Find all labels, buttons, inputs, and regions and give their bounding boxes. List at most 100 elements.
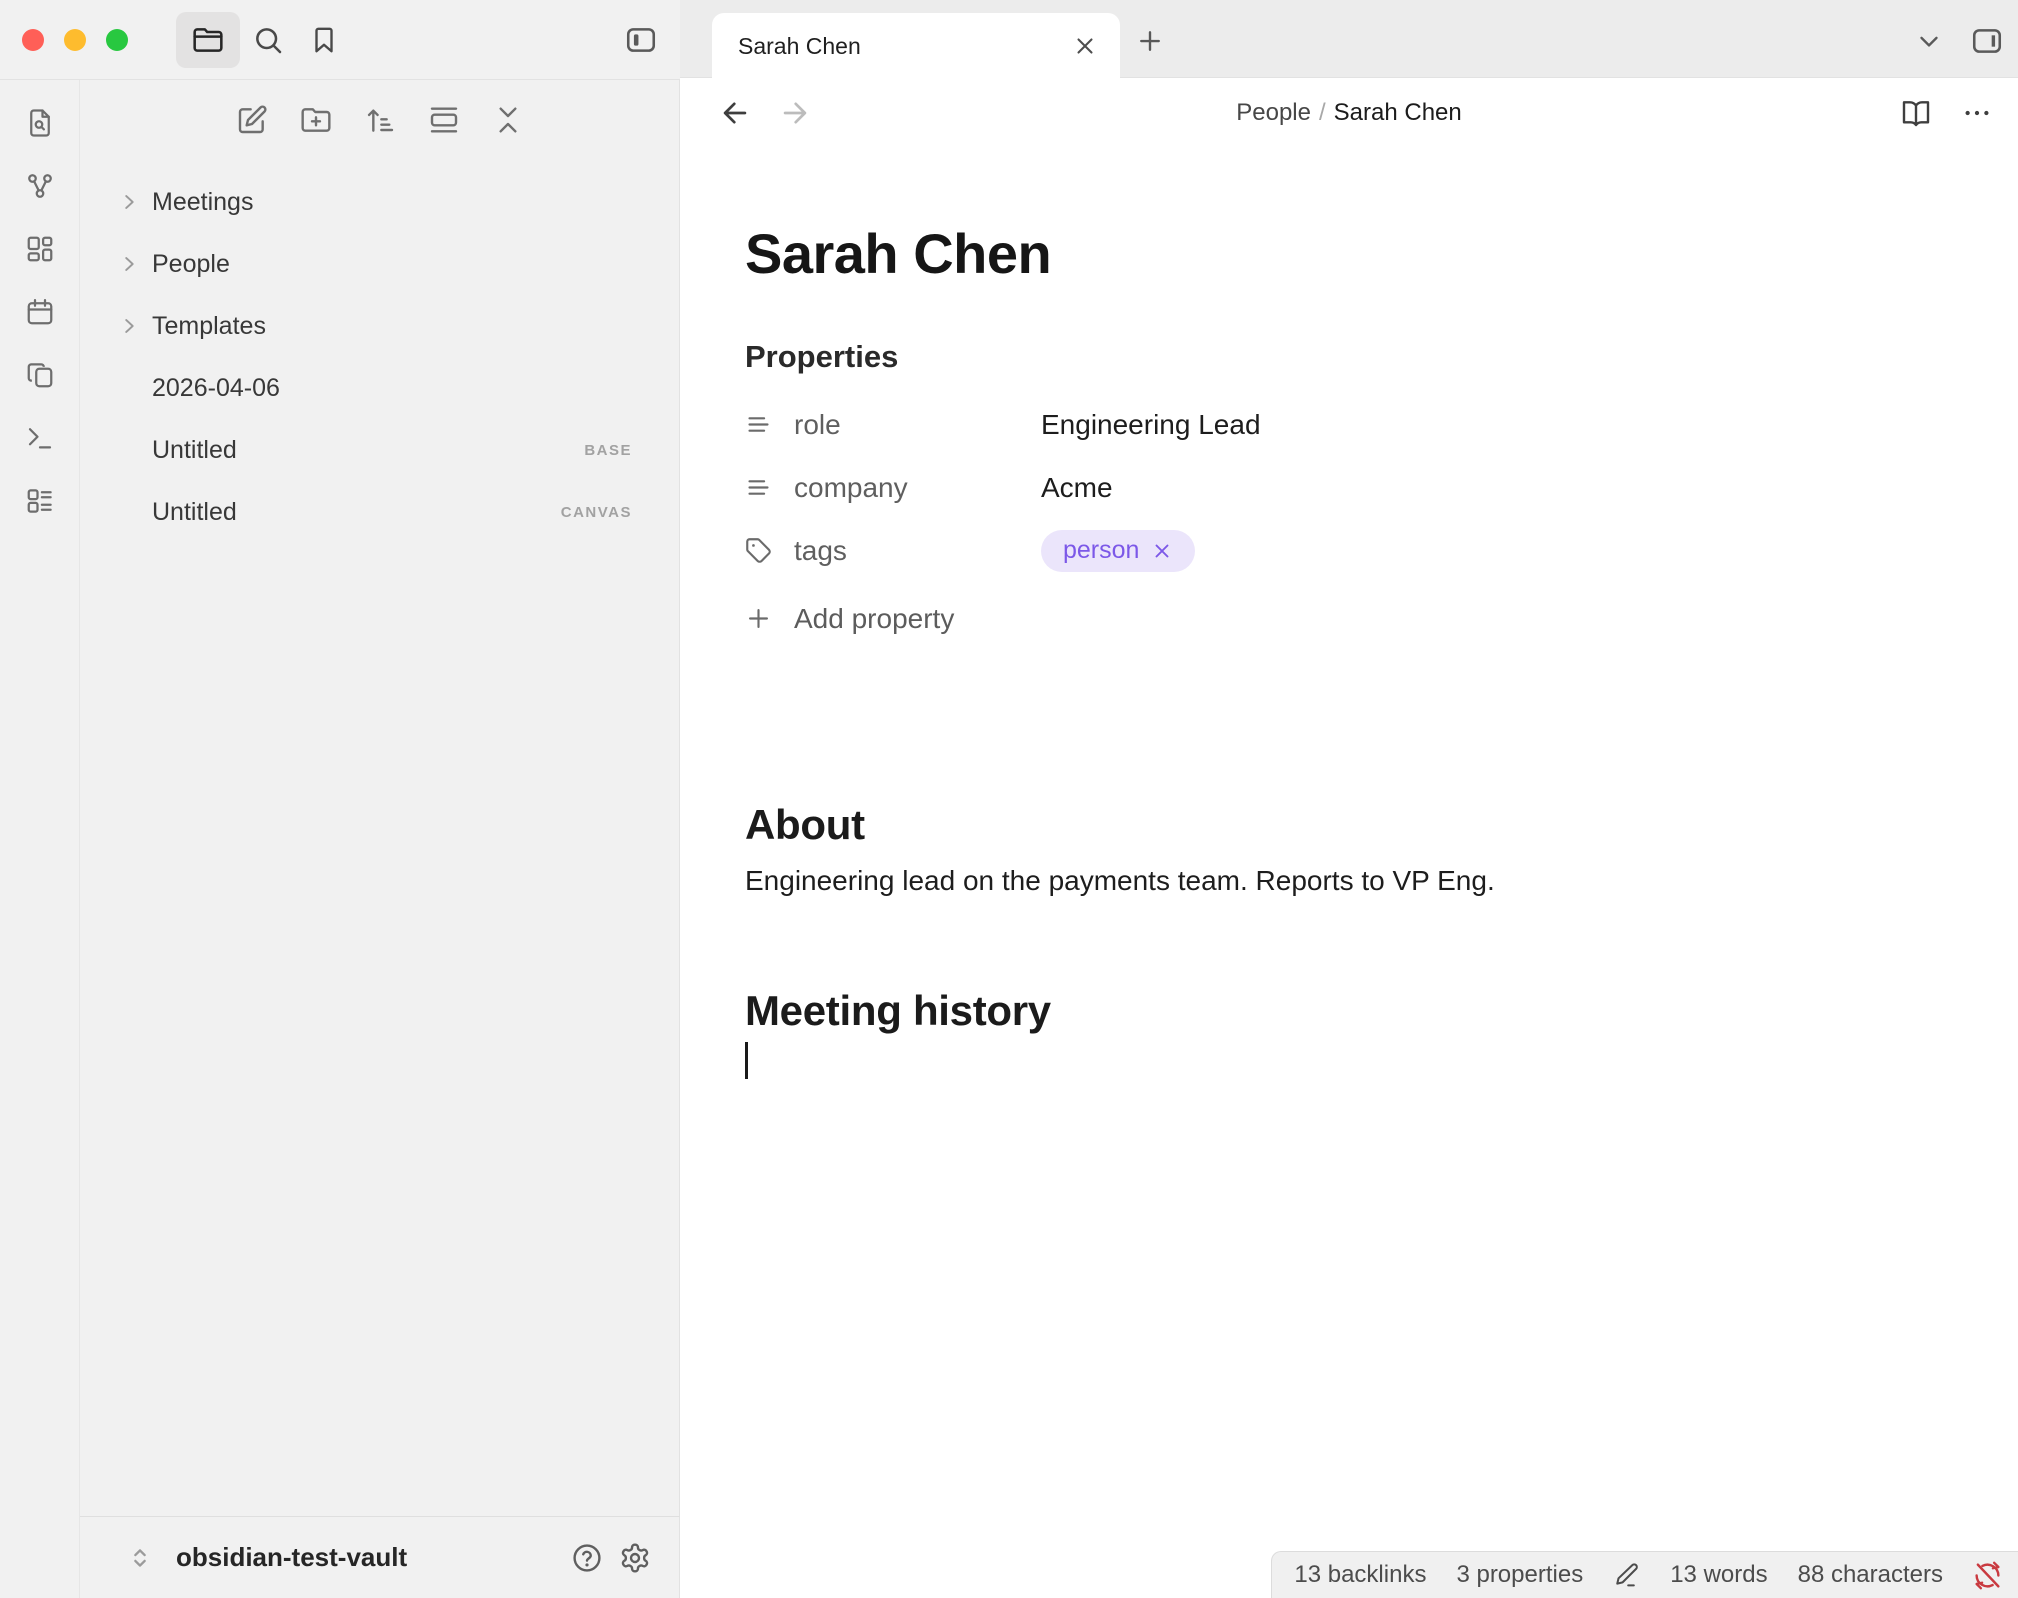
- vault-switcher-icon: [126, 1544, 154, 1572]
- word-count[interactable]: 13 words: [1670, 1561, 1767, 1589]
- section-heading-meeting-history[interactable]: Meeting history: [745, 986, 1978, 1036]
- left-ribbon: [0, 80, 80, 1598]
- file-type-badge: CANVAS: [561, 504, 632, 521]
- property-value[interactable]: Engineering Lead: [1041, 409, 1261, 441]
- vault-name[interactable]: obsidian-test-vault: [176, 1542, 555, 1573]
- calendar-icon[interactable]: [25, 297, 55, 327]
- breadcrumb-parent[interactable]: People: [1236, 99, 1311, 126]
- navigate-forward-button[interactable]: [778, 96, 812, 130]
- terminal-icon[interactable]: [25, 423, 55, 453]
- property-key[interactable]: company: [794, 472, 908, 504]
- close-tab-button[interactable]: [1072, 33, 1098, 59]
- graph-icon[interactable]: [25, 171, 55, 201]
- close-window-button[interactable]: [22, 29, 44, 51]
- x-icon: [1151, 540, 1173, 562]
- back-arrow-icon: [718, 96, 752, 130]
- layout-list-icon[interactable]: [25, 486, 55, 516]
- file-search-icon[interactable]: [25, 108, 55, 138]
- new-folder-icon: [300, 104, 332, 136]
- titlebar: [0, 0, 680, 80]
- files-tab-button[interactable]: [176, 12, 240, 68]
- settings-button[interactable]: [619, 1542, 651, 1574]
- properties-list: role Engineering Lead company Acme: [745, 393, 1978, 582]
- stacked-panels-icon: [428, 104, 460, 136]
- more-options-button[interactable]: [1962, 98, 1992, 128]
- text-property-icon: [745, 411, 772, 438]
- breadcrumb-current[interactable]: Sarah Chen: [1334, 99, 1462, 126]
- stacked-panels-button[interactable]: [428, 104, 460, 136]
- file-tree: Meetings People Templates 2026-04-06 Unt…: [80, 171, 679, 543]
- character-count[interactable]: 88 characters: [1798, 1561, 1943, 1589]
- add-property-label: Add property: [794, 603, 954, 635]
- new-note-button[interactable]: [236, 104, 268, 136]
- text-property-icon: [745, 474, 772, 501]
- tab-title: Sarah Chen: [738, 33, 1072, 60]
- collapse-all-button[interactable]: [492, 104, 524, 136]
- collapse-left-sidebar-button[interactable]: [624, 23, 658, 57]
- tree-item-label: 2026-04-06: [152, 374, 632, 403]
- remove-tag-button[interactable]: [1151, 540, 1173, 562]
- property-row-role[interactable]: role Engineering Lead: [745, 393, 1978, 456]
- sort-order-icon: [364, 104, 396, 136]
- properties-heading: Properties: [745, 339, 1978, 375]
- expand-right-sidebar-button[interactable]: [1970, 24, 2004, 58]
- tree-item-templates[interactable]: Templates: [80, 295, 679, 357]
- tree-item-meetings[interactable]: Meetings: [80, 171, 679, 233]
- vault-switcher-button[interactable]: [126, 1544, 154, 1572]
- section-heading-about[interactable]: About: [745, 800, 1978, 850]
- note-content: Sarah Chen Properties role Engineering L…: [680, 220, 2018, 1079]
- bookmarks-tab-button[interactable]: [296, 12, 352, 68]
- forward-arrow-icon: [778, 96, 812, 130]
- bookmark-icon: [309, 25, 339, 55]
- text-cursor: [745, 1042, 748, 1079]
- tree-item-people[interactable]: People: [80, 233, 679, 295]
- traffic-lights: [22, 29, 128, 51]
- new-note-icon: [236, 104, 268, 136]
- plus-icon: [745, 605, 772, 632]
- help-button[interactable]: [571, 1542, 603, 1574]
- zoom-window-button[interactable]: [106, 29, 128, 51]
- sync-error-icon[interactable]: [1973, 1561, 2002, 1590]
- backlinks-count[interactable]: 13 backlinks: [1294, 1561, 1426, 1589]
- right-sidebar-toggle-icon: [1970, 24, 2004, 58]
- breadcrumb-separator: /: [1311, 99, 1334, 126]
- sort-order-button[interactable]: [364, 104, 396, 136]
- minimize-window-button[interactable]: [64, 29, 86, 51]
- dashboard-icon[interactable]: [25, 234, 55, 264]
- property-value[interactable]: Acme: [1041, 472, 1113, 504]
- tab-sarah-chen[interactable]: Sarah Chen: [712, 13, 1120, 79]
- tree-item-daily-note[interactable]: 2026-04-06: [80, 357, 679, 419]
- section-body-about[interactable]: Engineering lead on the payments team. R…: [745, 860, 1978, 902]
- tag-pill-person[interactable]: person: [1041, 530, 1195, 572]
- help-icon: [571, 1542, 603, 1574]
- navigate-back-button[interactable]: [718, 96, 752, 130]
- search-tab-button[interactable]: [240, 12, 296, 68]
- status-bar: 13 backlinks 3 properties 13 words 88 ch…: [1271, 1551, 2018, 1598]
- collapse-all-icon: [492, 104, 524, 136]
- chevron-down-icon: [1914, 26, 1944, 56]
- tag-icon: [745, 537, 772, 564]
- file-explorer-toolbar: [80, 80, 679, 160]
- property-key[interactable]: tags: [794, 535, 847, 567]
- new-folder-button[interactable]: [300, 104, 332, 136]
- new-tab-plus-icon: [1135, 26, 1165, 56]
- property-row-company[interactable]: company Acme: [745, 456, 1978, 519]
- property-key[interactable]: role: [794, 409, 841, 441]
- edit-mode-pencil-icon[interactable]: [1613, 1562, 1640, 1589]
- new-tab-button[interactable]: [1135, 26, 1165, 56]
- inline-title[interactable]: Sarah Chen: [745, 220, 1978, 287]
- file-explorer-pane: Meetings People Templates 2026-04-06 Unt…: [80, 80, 680, 1516]
- add-property-button[interactable]: Add property: [745, 587, 1978, 650]
- tree-item-untitled-canvas[interactable]: Untitled CANVAS: [80, 481, 679, 543]
- vault-switcher-row: obsidian-test-vault: [80, 1516, 680, 1598]
- tree-item-untitled-base[interactable]: Untitled BASE: [80, 419, 679, 481]
- properties-count[interactable]: 3 properties: [1456, 1561, 1583, 1589]
- copy-files-icon[interactable]: [25, 360, 55, 390]
- reading-view-button[interactable]: [1900, 97, 1932, 129]
- chevron-right-icon: [118, 191, 140, 213]
- tree-item-label: Untitled: [152, 498, 561, 527]
- tab-list-dropdown-button[interactable]: [1914, 26, 1944, 56]
- chevron-right-icon: [118, 315, 140, 337]
- settings-gear-icon: [619, 1542, 651, 1574]
- property-row-tags[interactable]: tags person: [745, 519, 1978, 582]
